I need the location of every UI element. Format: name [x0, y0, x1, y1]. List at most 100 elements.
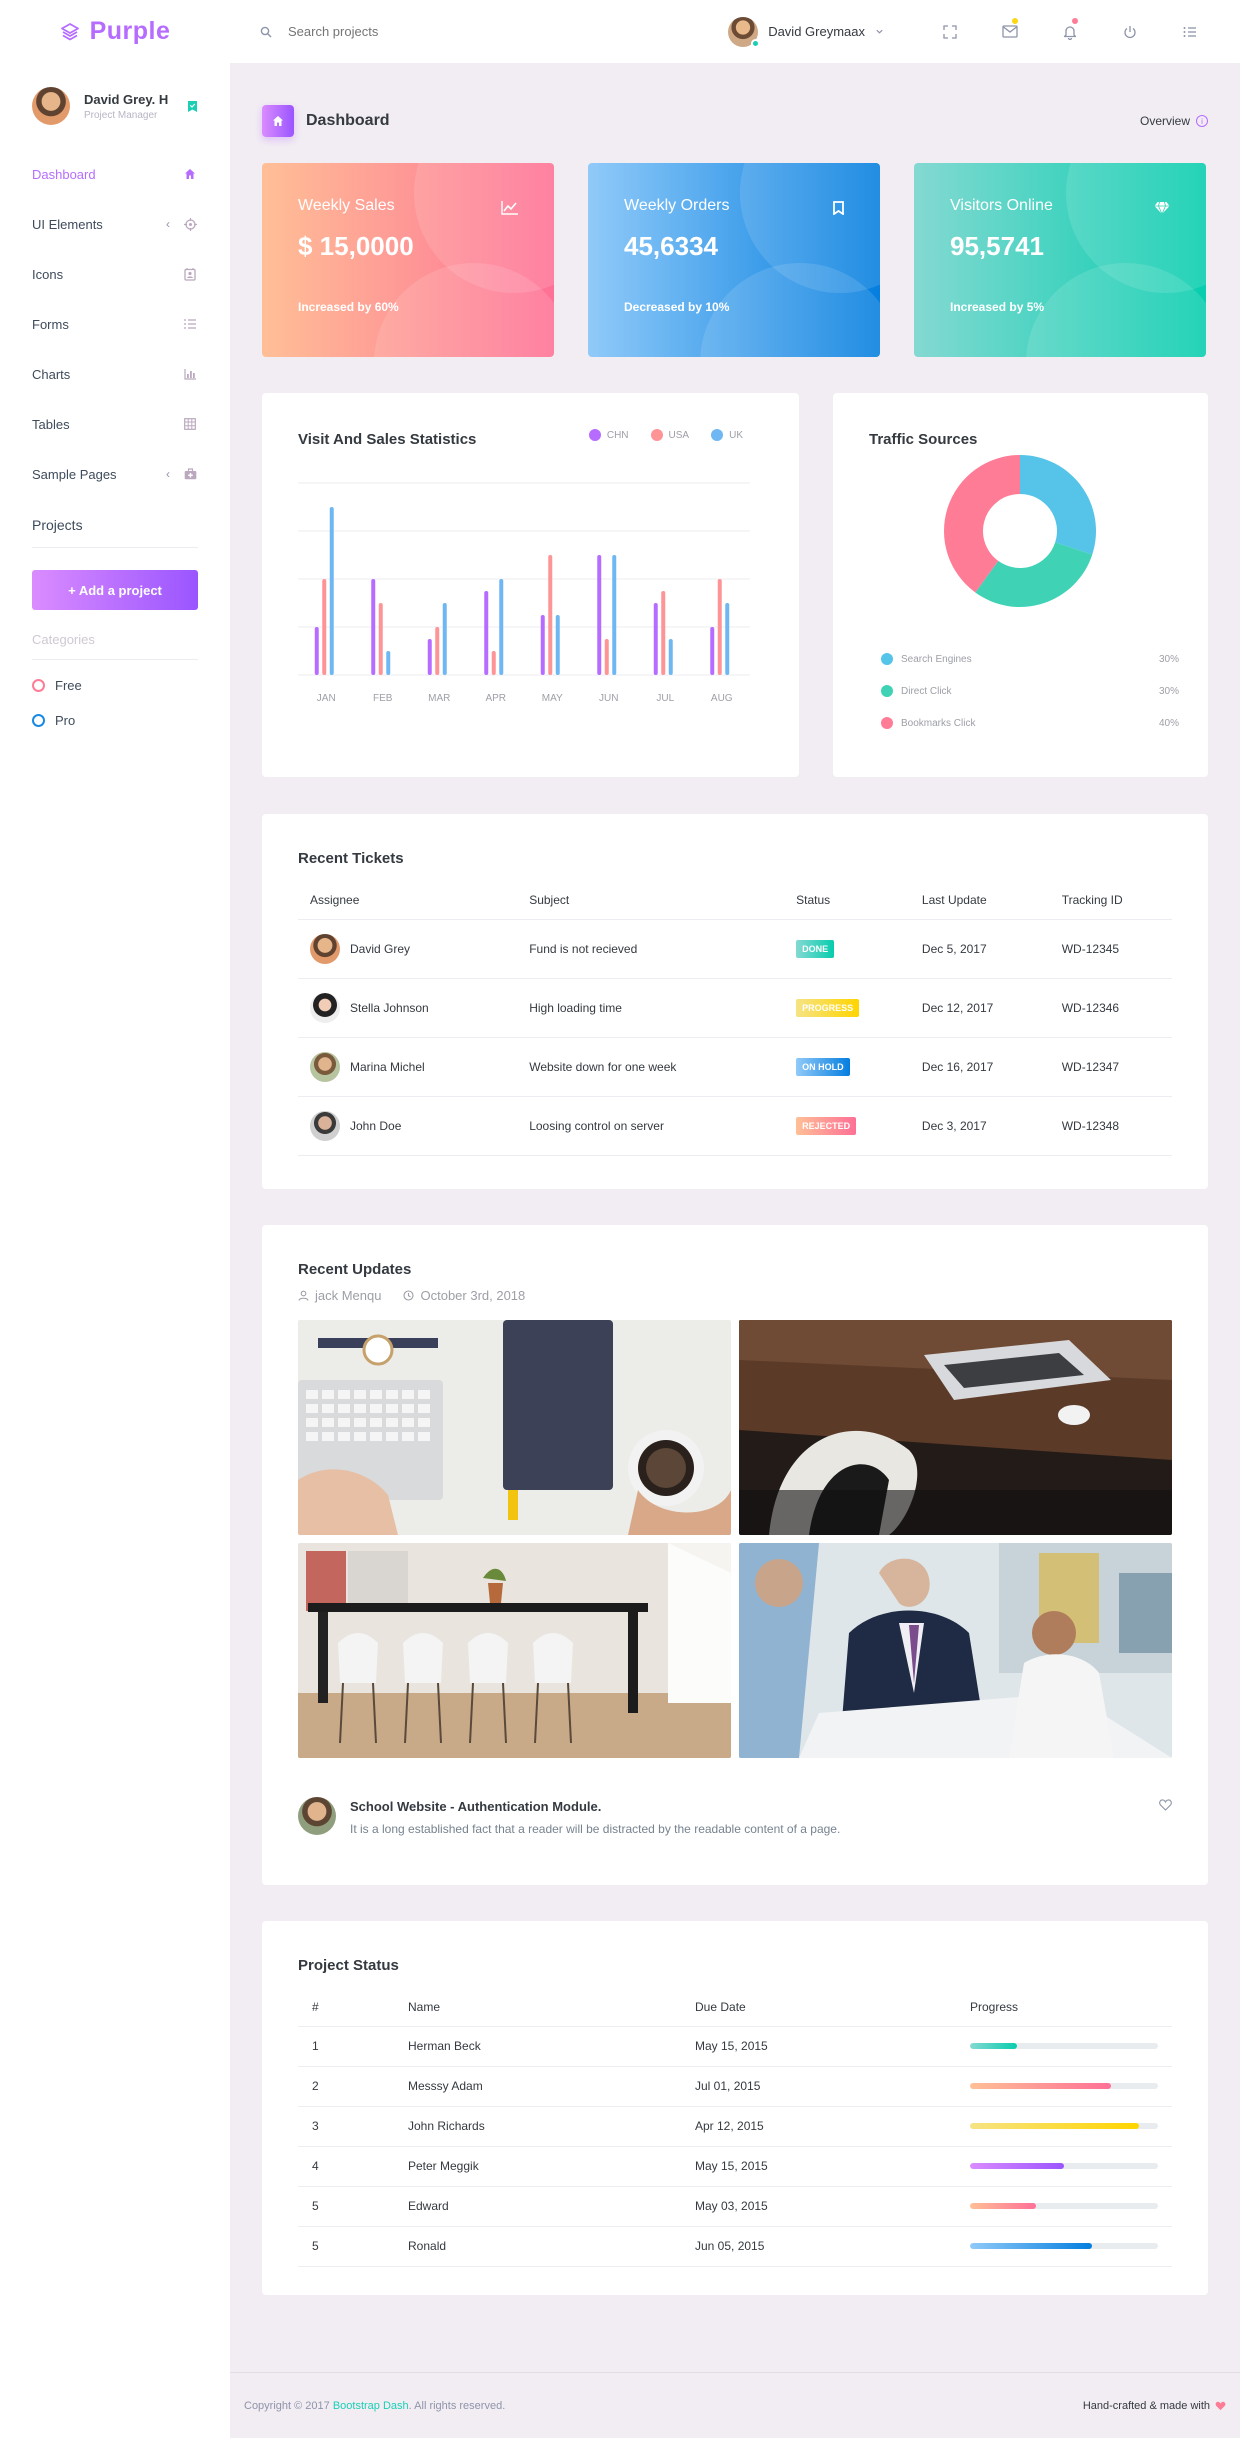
update-post: School Website - Authentication Module. … — [298, 1797, 1172, 1836]
bar-chn-feb — [371, 579, 376, 675]
chevron-down-icon — [876, 29, 883, 34]
photo-business-meeting[interactable] — [739, 1543, 1172, 1758]
legend-value: 30% — [1158, 653, 1179, 665]
search-input[interactable] — [288, 24, 588, 39]
stat-card-weekly-orders: Weekly Orders 45,6334 Decreased by 10% — [588, 163, 880, 357]
settings-menu-button[interactable] — [1160, 0, 1220, 63]
traffic-legend: Search Engines 30% Direct Click 30% Bookmark… — [881, 643, 1179, 739]
sidebar-item-label: Tables — [32, 416, 70, 432]
sidebar-item-ui-elements[interactable]: UI Elements ‹ — [0, 199, 230, 249]
category-pro[interactable]: Pro — [32, 703, 198, 738]
bar-chn-aug — [710, 627, 715, 675]
avatar — [310, 933, 340, 964]
legend-swatch — [881, 717, 893, 729]
update-author: jack Menqu — [298, 1288, 381, 1303]
table-row[interactable]: Stella Johnson High loading time PROGRESS D… — [298, 978, 1172, 1038]
search-icon[interactable] — [260, 26, 272, 38]
status-badge: ON HOLD — [796, 1057, 850, 1076]
bootstrap-dash-link[interactable]: Bootstrap Dash — [333, 2400, 409, 2412]
sidebar-item-sample-pages[interactable]: Sample Pages ‹ — [0, 449, 230, 499]
photo-workspace-keyboard-coffee[interactable] — [298, 1320, 731, 1535]
table-icon — [182, 416, 198, 432]
bar-chn-jan — [314, 627, 319, 675]
bar-usa-jun — [604, 639, 609, 675]
logout-button[interactable] — [1100, 0, 1160, 63]
progress-bar-track — [970, 2243, 1158, 2249]
search-bar — [260, 24, 728, 39]
sidebar-item-charts[interactable]: Charts — [0, 349, 230, 399]
add-project-button[interactable]: + Add a project — [32, 570, 198, 610]
x-tick-label: APR — [485, 693, 506, 704]
due-date: May 03, 2015 — [681, 2186, 956, 2227]
sidebar-item-label: Sample Pages — [32, 466, 117, 482]
tracking-id-cell: WD-12346 — [1049, 978, 1172, 1038]
progress-cell — [956, 2066, 1172, 2107]
row-number: 3 — [298, 2106, 394, 2147]
assignee-cell: Stella Johnson — [298, 978, 518, 1038]
sidebar-item-label: Dashboard — [32, 166, 96, 182]
due-date: Jun 05, 2015 — [681, 2226, 956, 2267]
bar-chn-mar — [427, 639, 432, 675]
due-date: May 15, 2015 — [681, 2026, 956, 2067]
sidebar-item-icons[interactable]: Icons — [0, 249, 230, 299]
stat-card-visitors-online: Visitors Online 95,5741 Increased by 5% — [914, 163, 1206, 357]
footer: Copyright © 2017 Bootstrap Dash. All rig… — [230, 2372, 1240, 2438]
assignee-name: John Doe — [350, 1118, 402, 1133]
page-header: Dashboard Overview i — [262, 105, 1208, 137]
table-row[interactable]: 1 Herman Beck May 15, 2015 — [298, 2026, 1172, 2067]
project-name: Herman Beck — [394, 2026, 681, 2067]
avatar — [310, 992, 340, 1023]
x-tick-label: JUL — [656, 693, 674, 704]
overview-label: Overview — [1139, 114, 1190, 128]
legend-label: Search Engines — [901, 653, 972, 665]
project-name: Messsy Adam — [394, 2066, 681, 2107]
sidebar-avatar — [32, 87, 70, 125]
chevron-left-icon: ‹ — [166, 467, 170, 481]
heart-outline-icon[interactable] — [1159, 1799, 1172, 1811]
copyright-suffix: . All rights reserved. — [408, 2399, 506, 2412]
project-status-card: Project Status # Name Due Date Progress 1 He… — [262, 1921, 1208, 2295]
bell-badge — [1072, 18, 1078, 24]
sidebar-item-label: Charts — [32, 366, 71, 382]
x-tick-label: MAR — [428, 693, 450, 704]
sidebar-profile-role: Project Manager — [84, 109, 158, 121]
navbar-profile-dropdown[interactable]: David Greymaax — [728, 16, 884, 48]
bar-uk-jul — [668, 639, 673, 675]
layers-icon — [60, 22, 79, 40]
sidebar-item-tables[interactable]: Tables — [0, 399, 230, 449]
bar-uk-feb — [386, 651, 391, 675]
assignee-name: Marina Michel — [350, 1059, 425, 1074]
sidebar-item-forms[interactable]: Forms — [0, 299, 230, 349]
last-update-cell: Dec 5, 2017 — [909, 919, 1050, 979]
fullscreen-button[interactable] — [920, 0, 980, 63]
progress-cell — [956, 2106, 1172, 2147]
bar-usa-feb — [378, 603, 383, 675]
table-row[interactable]: 2 Messsy Adam Jul 01, 2015 — [298, 2066, 1172, 2107]
clock-icon — [403, 1290, 415, 1301]
page-title: Dashboard — [306, 112, 390, 129]
table-row[interactable]: 5 Edward May 03, 2015 — [298, 2186, 1172, 2227]
category-free[interactable]: Free — [32, 668, 198, 703]
notifications-button[interactable] — [1040, 0, 1100, 63]
messages-button[interactable] — [980, 0, 1040, 63]
table-row[interactable]: 5 Ronald Jun 05, 2015 — [298, 2226, 1172, 2267]
table-row[interactable]: Marina Michel Website down for one week ON… — [298, 1037, 1172, 1097]
overview-link[interactable]: Overview i — [1140, 114, 1208, 128]
profile-name: David Greymaax — [768, 24, 865, 39]
bar-usa-jul — [661, 591, 666, 675]
bar-usa-aug — [717, 579, 722, 675]
sidebar-item-dashboard[interactable]: Dashboard — [0, 149, 230, 199]
progress-bar-fill — [970, 2123, 1140, 2129]
brand-logo[interactable]: Purple — [0, 17, 230, 46]
table-row[interactable]: 3 John Richards Apr 12, 2015 — [298, 2106, 1172, 2147]
sidebar-profile[interactable]: David Grey. H Project Manager — [0, 63, 230, 133]
format-list-icon — [182, 316, 198, 332]
diamond-icon — [1154, 201, 1170, 220]
row-number: 4 — [298, 2146, 394, 2187]
table-row[interactable]: David Grey Fund is not recieved DONE Dec 5,… — [298, 919, 1172, 979]
photo-dining-room-chairs[interactable] — [298, 1543, 731, 1758]
tracking-id-cell: WD-12348 — [1049, 1096, 1172, 1156]
table-row[interactable]: 4 Peter Meggik May 15, 2015 — [298, 2146, 1172, 2187]
table-row[interactable]: John Doe Loosing control on server REJECTE… — [298, 1096, 1172, 1156]
photo-laptop-on-desk[interactable] — [739, 1320, 1172, 1535]
